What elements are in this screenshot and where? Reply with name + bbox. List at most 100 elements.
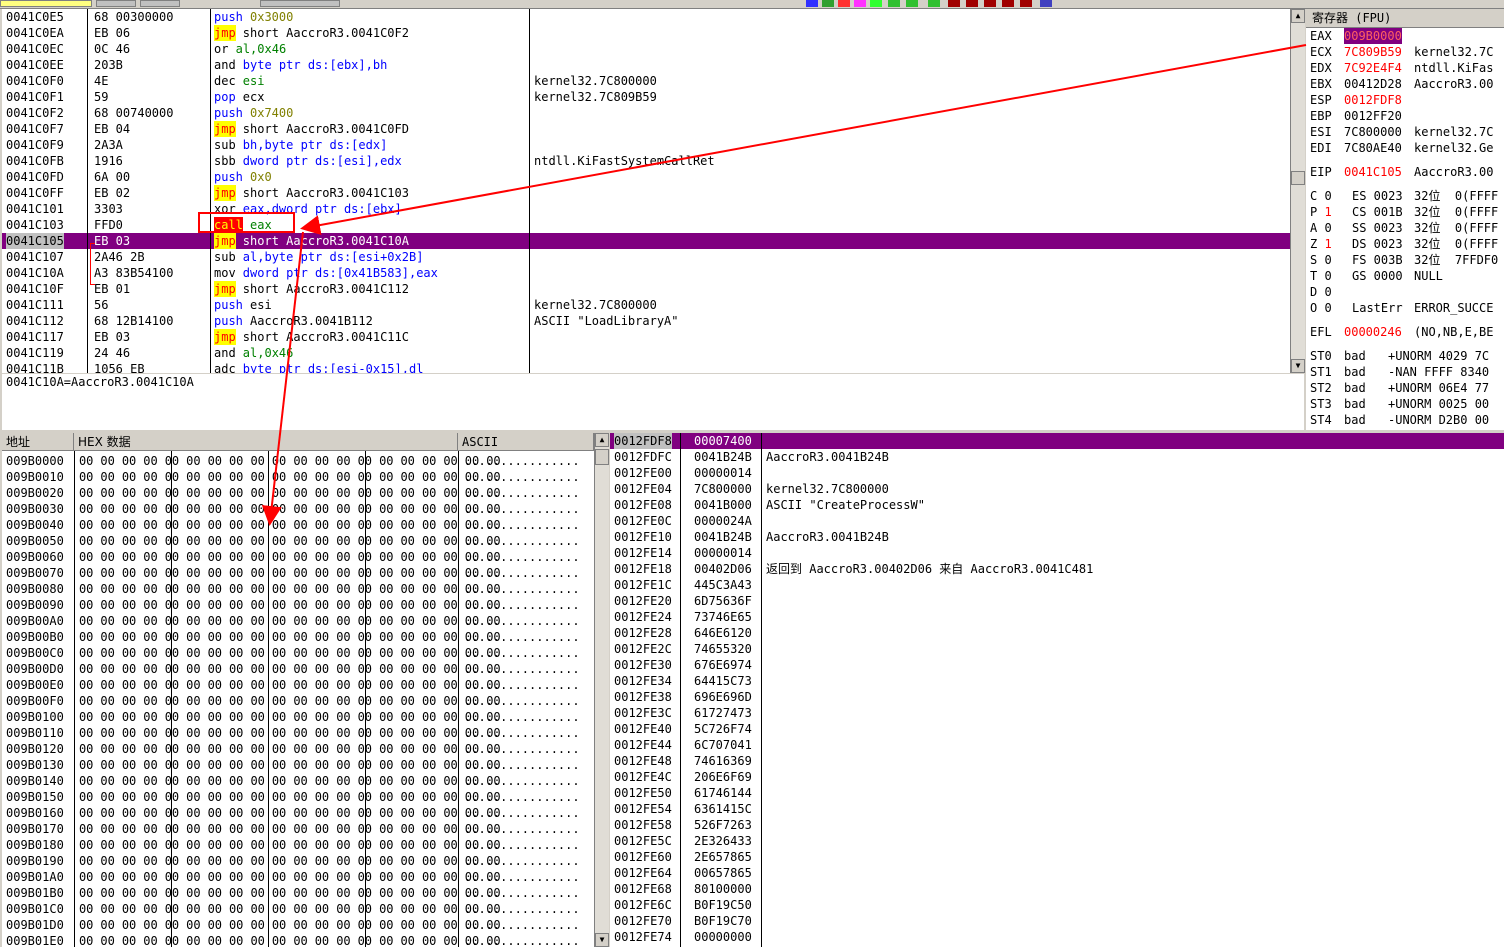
- toolbar-button[interactable]: [140, 0, 180, 7]
- stack-row[interactable]: 0012FE54 6361415C: [610, 801, 1504, 817]
- dump-row[interactable]: 009B0020 00 00 00 00 00 00 00 00 00 00 00…: [2, 485, 594, 501]
- stack-row[interactable]: 0012FE30 676E6974: [610, 657, 1504, 673]
- stack-row[interactable]: 0012FE44 6C707041: [610, 737, 1504, 753]
- toolbar-button[interactable]: [806, 0, 818, 7]
- toolbar-button[interactable]: [96, 0, 136, 7]
- toolbar-button[interactable]: [948, 0, 960, 7]
- dump-row[interactable]: 009B0040 00 00 00 00 00 00 00 00 00 00 00…: [2, 517, 594, 533]
- register-row[interactable]: [1310, 180, 1504, 188]
- register-row[interactable]: [1310, 156, 1504, 164]
- scroll-thumb[interactable]: [1291, 171, 1305, 185]
- disasm-row[interactable]: 0041C111 56 push esi kernel32.7C800000: [2, 297, 1290, 313]
- stack-row[interactable]: 0012FE0C 0000024A: [610, 513, 1504, 529]
- dump-row[interactable]: 009B0100 00 00 00 00 00 00 00 00 00 00 00…: [2, 709, 594, 725]
- toolbar-button[interactable]: [1040, 0, 1052, 7]
- toolbar-button[interactable]: [870, 0, 882, 7]
- register-row[interactable]: EBP 0012FF20: [1310, 108, 1504, 124]
- register-row[interactable]: EDI 7C80AE40 kernel32.Ge: [1310, 140, 1504, 156]
- register-row[interactable]: ST1 bad -NAN FFFF 8340: [1310, 364, 1504, 380]
- register-row[interactable]: Z 1 DS 0023 32位 0(FFFF: [1310, 236, 1504, 252]
- register-row[interactable]: O 0 LastErr ERROR_SUCCE: [1310, 300, 1504, 316]
- register-row[interactable]: EDX 7C92E4F4 ntdll.KiFas: [1310, 60, 1504, 76]
- stack-row[interactable]: 0012FE04 7C800000 kernel32.7C800000: [610, 481, 1504, 497]
- register-row[interactable]: EAX 009B0000: [1310, 28, 1504, 44]
- toolbar-button[interactable]: [984, 0, 996, 7]
- toolbar-button[interactable]: [888, 0, 900, 7]
- dump-row[interactable]: 009B0130 00 00 00 00 00 00 00 00 00 00 00…: [2, 757, 594, 773]
- register-row[interactable]: S 0 FS 003B 32位 7FFDF0: [1310, 252, 1504, 268]
- disasm-row[interactable]: 0041C0FF EB 02 jmp short AaccroR3.0041C103: [2, 185, 1290, 201]
- stack-row[interactable]: 0012FE28 646E6120: [610, 625, 1504, 641]
- dump-row[interactable]: 009B0140 00 00 00 00 00 00 00 00 00 00 00…: [2, 773, 594, 789]
- disasm-row[interactable]: 0041C0F0 4E dec esi kernel32.7C800000: [2, 73, 1290, 89]
- stack-row[interactable]: 0012FE74 00000000: [610, 929, 1504, 945]
- dump-row[interactable]: 009B00D0 00 00 00 00 00 00 00 00 00 00 00…: [2, 661, 594, 677]
- stack-row[interactable]: 0012FE58 526F7263: [610, 817, 1504, 833]
- stack-row[interactable]: 0012FE3C 61727473: [610, 705, 1504, 721]
- dump-row[interactable]: 009B0050 00 00 00 00 00 00 00 00 00 00 00…: [2, 533, 594, 549]
- register-row[interactable]: P 1 CS 001B 32位 0(FFFF: [1310, 204, 1504, 220]
- stack-row[interactable]: 0012FE08 0041B000 ASCII "CreateProcessW": [610, 497, 1504, 513]
- toolbar-button[interactable]: [854, 0, 866, 7]
- dump-row[interactable]: 009B00B0 00 00 00 00 00 00 00 00 00 00 00…: [2, 629, 594, 645]
- dump-row[interactable]: 009B01B0 00 00 00 00 00 00 00 00 00 00 00…: [2, 885, 594, 901]
- disasm-row[interactable]: 0041C0F7 EB 04 jmp short AaccroR3.0041C0FD: [2, 121, 1290, 137]
- dump-row[interactable]: 009B0070 00 00 00 00 00 00 00 00 00 00 00…: [2, 565, 594, 581]
- stack-row[interactable]: 0012FE4C 206E6F69: [610, 769, 1504, 785]
- dump-row[interactable]: 009B0080 00 00 00 00 00 00 00 00 00 00 00…: [2, 581, 594, 597]
- dump-col-ascii[interactable]: ASCII: [458, 433, 594, 451]
- disasm-scrollbar[interactable]: ▲ ▼: [1290, 9, 1305, 373]
- toolbar-button[interactable]: [260, 0, 340, 7]
- stack-row[interactable]: 0012FE2C 74655320: [610, 641, 1504, 657]
- toolbar-button[interactable]: [928, 0, 940, 7]
- stack-row[interactable]: 0012FE1C 445C3A43: [610, 577, 1504, 593]
- register-row[interactable]: ECX 7C809B59 kernel32.7C: [1310, 44, 1504, 60]
- register-row[interactable]: [1310, 316, 1504, 324]
- register-row[interactable]: C 0 ES 0023 32位 0(FFFF: [1310, 188, 1504, 204]
- scroll-thumb[interactable]: [595, 449, 609, 465]
- disasm-row[interactable]: 0041C107 2A46 2B sub al,byte ptr ds:[esi+0x…: [2, 249, 1290, 265]
- disasm-row[interactable]: 0041C105 EB 03 jmp short AaccroR3.0041C10A: [2, 233, 1290, 249]
- stack-row[interactable]: 0012FE70 B0F19C70: [610, 913, 1504, 929]
- dump-row[interactable]: 009B0030 00 00 00 00 00 00 00 00 00 00 00…: [2, 501, 594, 517]
- register-row[interactable]: ESP 0012FDF8: [1310, 92, 1504, 108]
- dump-row[interactable]: 009B00A0 00 00 00 00 00 00 00 00 00 00 00…: [2, 613, 594, 629]
- dump-row[interactable]: 009B0110 00 00 00 00 00 00 00 00 00 00 00…: [2, 725, 594, 741]
- dump-row[interactable]: 009B00C0 00 00 00 00 00 00 00 00 00 00 00…: [2, 645, 594, 661]
- disasm-row[interactable]: 0041C0F2 68 00740000 push 0x7400: [2, 105, 1290, 121]
- register-row[interactable]: ST0 bad +UNORM 4029 7C: [1310, 348, 1504, 364]
- dump-row[interactable]: 009B0170 00 00 00 00 00 00 00 00 00 00 00…: [2, 821, 594, 837]
- disasm-row[interactable]: 0041C0EE 203B and byte ptr ds:[ebx],bh: [2, 57, 1290, 73]
- scroll-down-icon[interactable]: ▼: [595, 933, 609, 947]
- disasm-row[interactable]: 0041C0F9 2A3A sub bh,byte ptr ds:[edx]: [2, 137, 1290, 153]
- register-row[interactable]: [1310, 340, 1504, 348]
- dump-col-hex[interactable]: HEX 数据: [74, 433, 458, 451]
- register-row[interactable]: ST4 bad -UNORM D2B0 00: [1310, 412, 1504, 428]
- stack-row[interactable]: 0012FE68 80100000: [610, 881, 1504, 897]
- stack-row[interactable]: 0012FE18 00402D06 返回到 AaccroR3.00402D06 来自…: [610, 561, 1504, 577]
- stack-row[interactable]: 0012FE14 00000014: [610, 545, 1504, 561]
- disasm-row[interactable]: 0041C0EA EB 06 jmp short AaccroR3.0041C0F2: [2, 25, 1290, 41]
- scroll-up-icon[interactable]: ▲: [595, 433, 609, 447]
- dump-row[interactable]: 009B0060 00 00 00 00 00 00 00 00 00 00 00…: [2, 549, 594, 565]
- disasm-row[interactable]: 0041C0EC 0C 46 or al,0x46: [2, 41, 1290, 57]
- dump-row[interactable]: 009B0190 00 00 00 00 00 00 00 00 00 00 00…: [2, 853, 594, 869]
- stack-row[interactable]: 0012FE64 00657865: [610, 865, 1504, 881]
- dump-row[interactable]: 009B0010 00 00 00 00 00 00 00 00 00 00 00…: [2, 469, 594, 485]
- toolbar-button[interactable]: [838, 0, 850, 7]
- disasm-row[interactable]: 0041C0F1 59 pop ecx kernel32.7C809B59: [2, 89, 1290, 105]
- dump-row[interactable]: 009B00E0 00 00 00 00 00 00 00 00 00 00 00…: [2, 677, 594, 693]
- disasm-row[interactable]: 0041C117 EB 03 jmp short AaccroR3.0041C11C: [2, 329, 1290, 345]
- dump-row[interactable]: 009B0150 00 00 00 00 00 00 00 00 00 00 00…: [2, 789, 594, 805]
- stack-row[interactable]: 0012FE00 00000014: [610, 465, 1504, 481]
- stack-row[interactable]: 0012FE10 0041B24B AaccroR3.0041B24B: [610, 529, 1504, 545]
- stack-row[interactable]: 0012FE34 64415C73: [610, 673, 1504, 689]
- register-row[interactable]: T 0 GS 0000 NULL: [1310, 268, 1504, 284]
- register-row[interactable]: A 0 SS 0023 32位 0(FFFF: [1310, 220, 1504, 236]
- toolbar-button[interactable]: [966, 0, 978, 7]
- disasm-row[interactable]: 0041C0FD 6A 00 push 0x0: [2, 169, 1290, 185]
- stack-row[interactable]: 0012FE50 61746144: [610, 785, 1504, 801]
- stack-row[interactable]: 0012FE6C B0F19C50: [610, 897, 1504, 913]
- stack-row[interactable]: 0012FE60 2E657865: [610, 849, 1504, 865]
- disasm-row[interactable]: 0041C0E5 68 00300000 push 0x3000: [2, 9, 1290, 25]
